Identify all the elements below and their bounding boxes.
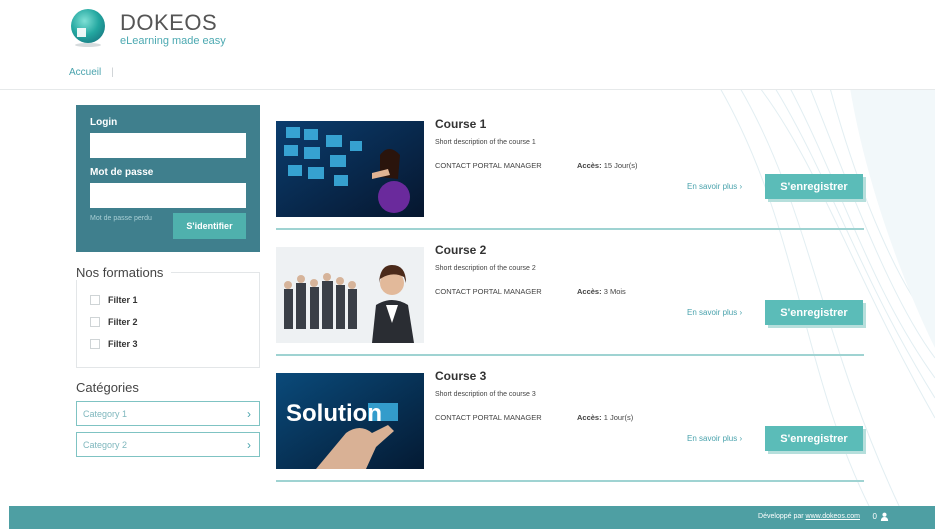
course-title[interactable]: Course 1 xyxy=(435,117,486,131)
filter-label: Filter 2 xyxy=(108,317,138,327)
course-access: Accès: 3 Mois xyxy=(577,287,626,296)
login-input[interactable] xyxy=(90,133,246,158)
access-value: 3 Mois xyxy=(603,287,626,296)
thumbnail-text: Solution xyxy=(286,400,382,427)
course-title[interactable]: Course 2 xyxy=(435,243,486,257)
password-input[interactable] xyxy=(90,183,246,208)
dokeos-logo-icon[interactable] xyxy=(68,8,108,48)
course-contact: CONTACT PORTAL MANAGER xyxy=(435,413,542,422)
nav-item-accueil[interactable]: Accueil xyxy=(69,67,101,78)
divider xyxy=(276,228,864,230)
online-count: 0 xyxy=(872,512,877,521)
user-icon xyxy=(880,512,889,521)
dokeos-link[interactable]: www.dokeos.com xyxy=(806,513,860,520)
course-access: Accès: 15 Jour(s) xyxy=(577,161,637,170)
course-description: Short description of the course 3 xyxy=(435,391,536,398)
divider xyxy=(276,480,864,482)
divider xyxy=(276,354,864,356)
learn-more-link[interactable]: En savoir plus › xyxy=(687,434,742,443)
checkbox[interactable] xyxy=(90,295,100,305)
chevron-right-icon: › xyxy=(247,437,251,452)
access-value: 15 Jour(s) xyxy=(603,161,638,170)
access-label: Accès: xyxy=(577,161,602,170)
filter-item[interactable]: Filter 3 xyxy=(90,339,138,349)
formations-title: Nos formations xyxy=(76,265,172,280)
checkbox[interactable] xyxy=(90,339,100,349)
access-label: Accès: xyxy=(577,413,602,422)
forgot-password-link[interactable]: Mot de passe perdu xyxy=(90,215,152,222)
categories-title: Catégories xyxy=(76,380,147,395)
chevron-right-icon: › xyxy=(247,406,251,421)
course-description: Short description of the course 1 xyxy=(435,139,536,146)
course-description: Short description of the course 2 xyxy=(435,265,536,272)
login-form: Login Mot de passe Mot de passe perdu S'… xyxy=(76,105,260,252)
developed-by-label: Développé par xyxy=(758,513,804,520)
filter-label: Filter 1 xyxy=(108,295,138,305)
access-label: Accès: xyxy=(577,287,602,296)
register-button[interactable]: S'enregistrer xyxy=(765,174,863,199)
login-button[interactable]: S'identifier xyxy=(173,213,246,239)
learn-more-link[interactable]: En savoir plus › xyxy=(687,182,742,191)
register-button[interactable]: S'enregistrer xyxy=(765,300,863,325)
checkbox[interactable] xyxy=(90,317,100,327)
logo-name: DOKEOS xyxy=(120,10,218,35)
filter-item[interactable]: Filter 2 xyxy=(90,317,138,327)
course-thumbnail[interactable]: Solution xyxy=(276,373,424,469)
course-access: Accès: 1 Jour(s) xyxy=(577,413,633,422)
register-button[interactable]: S'enregistrer xyxy=(765,426,863,451)
login-label: Login xyxy=(90,117,118,128)
filter-item[interactable]: Filter 1 xyxy=(90,295,138,305)
course-contact: CONTACT PORTAL MANAGER xyxy=(435,287,542,296)
course-title[interactable]: Course 3 xyxy=(435,369,486,383)
category-label: Category 1 xyxy=(83,408,128,419)
footer: Développé par www.dokeos.com 0 xyxy=(9,506,935,529)
category-item[interactable]: Category 2 › xyxy=(76,432,260,457)
online-users[interactable]: 0 xyxy=(873,512,889,521)
category-item[interactable]: Category 1 › xyxy=(76,401,260,426)
filter-label: Filter 3 xyxy=(108,339,138,349)
main-nav: Accueil | xyxy=(69,67,114,78)
learn-more-link[interactable]: En savoir plus › xyxy=(687,308,742,317)
logo-tagline: eLearning made easy xyxy=(120,35,226,47)
category-label: Category 2 xyxy=(83,439,128,450)
access-value: 1 Jour(s) xyxy=(603,413,634,422)
footer-credit: Développé par www.dokeos.com xyxy=(758,513,860,520)
course-thumbnail[interactable] xyxy=(276,247,424,343)
course-thumbnail[interactable] xyxy=(276,121,424,217)
header: DOKEOS eLearning made easy Accueil | xyxy=(0,0,935,90)
password-label: Mot de passe xyxy=(90,167,154,178)
course-contact: CONTACT PORTAL MANAGER xyxy=(435,161,542,170)
nav-separator: | xyxy=(111,67,114,78)
